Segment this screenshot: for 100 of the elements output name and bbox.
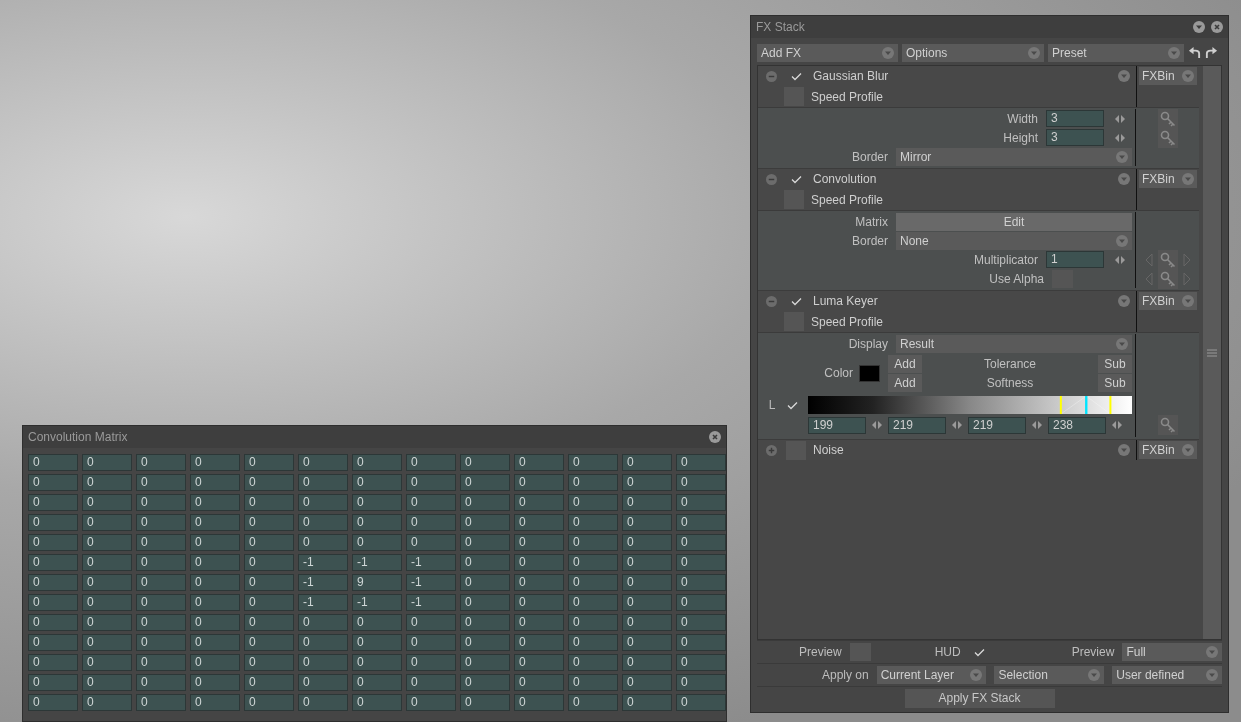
matrix-field[interactable]: 0 [190,614,240,631]
matrix-field[interactable]: 0 [460,674,510,691]
matrix-field[interactable]: 0 [568,634,618,651]
matrix-field[interactable]: -1 [406,554,456,571]
matrix-field[interactable]: 0 [28,694,78,711]
matrix-field[interactable]: 0 [298,634,348,651]
matrix-field[interactable]: 0 [460,554,510,571]
add-button[interactable]: Add [888,373,922,392]
matrix-field[interactable]: 0 [28,554,78,571]
number-field[interactable]: 1 [1046,251,1104,268]
matrix-field[interactable]: 0 [136,574,186,591]
matrix-field[interactable]: 0 [622,654,672,671]
matrix-field[interactable]: 0 [676,514,726,531]
matrix-field[interactable]: -1 [406,574,456,591]
matrix-field[interactable]: 0 [244,574,294,591]
matrix-field[interactable]: 0 [136,634,186,651]
matrix-field[interactable]: 0 [298,514,348,531]
matrix-field[interactable]: 0 [622,534,672,551]
collapse-icon[interactable] [1193,21,1205,33]
matrix-field[interactable]: 0 [28,534,78,551]
matrix-field[interactable]: 0 [352,694,402,711]
key-icon[interactable] [1157,268,1178,289]
checkbox[interactable] [784,312,804,331]
sub-button[interactable]: Sub [1098,354,1132,373]
luma-gradient-bar[interactable] [808,396,1132,414]
grip-icon[interactable] [1207,348,1217,357]
matrix-field[interactable]: 0 [568,614,618,631]
matrix-field[interactable]: 0 [244,514,294,531]
matrix-field[interactable]: 0 [190,454,240,471]
matrix-field[interactable]: 0 [514,674,564,691]
matrix-field[interactable]: 0 [460,654,510,671]
matrix-field[interactable]: 0 [568,574,618,591]
matrix-field[interactable]: 0 [244,654,294,671]
matrix-field[interactable]: 0 [676,654,726,671]
matrix-field[interactable]: 0 [28,674,78,691]
previous-key-icon[interactable] [1144,252,1153,267]
matrix-field[interactable]: 0 [622,474,672,491]
fxbin-dropdown[interactable]: FXBin [1139,441,1197,459]
matrix-field[interactable]: 0 [28,514,78,531]
number-field[interactable]: 219 [968,416,1026,434]
matrix-field[interactable]: 0 [406,514,456,531]
matrix-field[interactable]: 0 [460,514,510,531]
matrix-field[interactable]: 0 [82,454,132,471]
collapse-toggle-icon[interactable] [766,173,777,185]
matrix-field[interactable]: -1 [406,594,456,611]
dropdown[interactable]: Add FX [757,43,898,62]
matrix-field[interactable]: 0 [244,614,294,631]
matrix-field[interactable]: 0 [460,634,510,651]
matrix-field[interactable]: 0 [190,654,240,671]
matrix-field[interactable]: 0 [406,454,456,471]
fxbin-dropdown[interactable]: FXBin [1139,292,1197,310]
matrix-field[interactable]: 0 [28,594,78,611]
matrix-field[interactable]: 0 [676,694,726,711]
matrix-field[interactable]: 0 [244,494,294,511]
matrix-field[interactable]: 0 [676,634,726,651]
matrix-field[interactable]: 0 [568,514,618,531]
matrix-field[interactable]: 0 [244,634,294,651]
close-icon[interactable] [1211,21,1223,33]
matrix-field[interactable]: 0 [190,514,240,531]
matrix-field[interactable]: 0 [244,674,294,691]
matrix-field[interactable]: 0 [136,474,186,491]
matrix-field[interactable]: 0 [28,634,78,651]
caret-icon[interactable] [1118,295,1130,307]
matrix-field[interactable]: 0 [460,474,510,491]
matrix-field[interactable]: 0 [514,574,564,591]
previous-key-icon[interactable] [1144,271,1153,286]
matrix-field[interactable]: 0 [244,454,294,471]
matrix-field[interactable]: 0 [82,574,132,591]
matrix-field[interactable]: 0 [136,614,186,631]
matrix-field[interactable]: 0 [136,554,186,571]
matrix-field[interactable]: 0 [190,574,240,591]
matrix-field[interactable]: 0 [568,494,618,511]
dropdown[interactable]: Preset [1048,43,1184,62]
matrix-field[interactable]: 0 [298,674,348,691]
checkbox[interactable] [1052,269,1073,288]
matrix-field[interactable]: 0 [460,614,510,631]
matrix-field[interactable]: 0 [514,494,564,511]
number-field[interactable]: 199 [808,416,866,434]
fxbin-dropdown[interactable]: FXBin [1139,170,1197,188]
spin-arrows-icon[interactable] [871,421,883,429]
matrix-field[interactable]: 0 [28,454,78,471]
matrix-field[interactable]: 0 [352,674,402,691]
matrix-field[interactable]: 0 [82,494,132,511]
matrix-field[interactable]: 0 [514,454,564,471]
matrix-field[interactable]: -1 [352,554,402,571]
matrix-field[interactable]: 0 [352,654,402,671]
matrix-field[interactable]: 0 [568,594,618,611]
dropdown[interactable]: Options [902,43,1044,62]
matrix-field[interactable]: 0 [352,474,402,491]
number-field[interactable]: 3 [1046,129,1104,146]
matrix-field[interactable]: 0 [568,454,618,471]
spin-arrows-icon[interactable] [1114,255,1126,264]
matrix-field[interactable]: 0 [82,554,132,571]
matrix-field[interactable]: 0 [136,594,186,611]
matrix-field[interactable]: 0 [676,554,726,571]
matrix-field[interactable]: 0 [568,654,618,671]
matrix-field[interactable]: 0 [676,594,726,611]
matrix-field[interactable]: 0 [568,674,618,691]
matrix-field[interactable]: 0 [82,694,132,711]
spin-arrows-icon[interactable] [1031,421,1043,429]
